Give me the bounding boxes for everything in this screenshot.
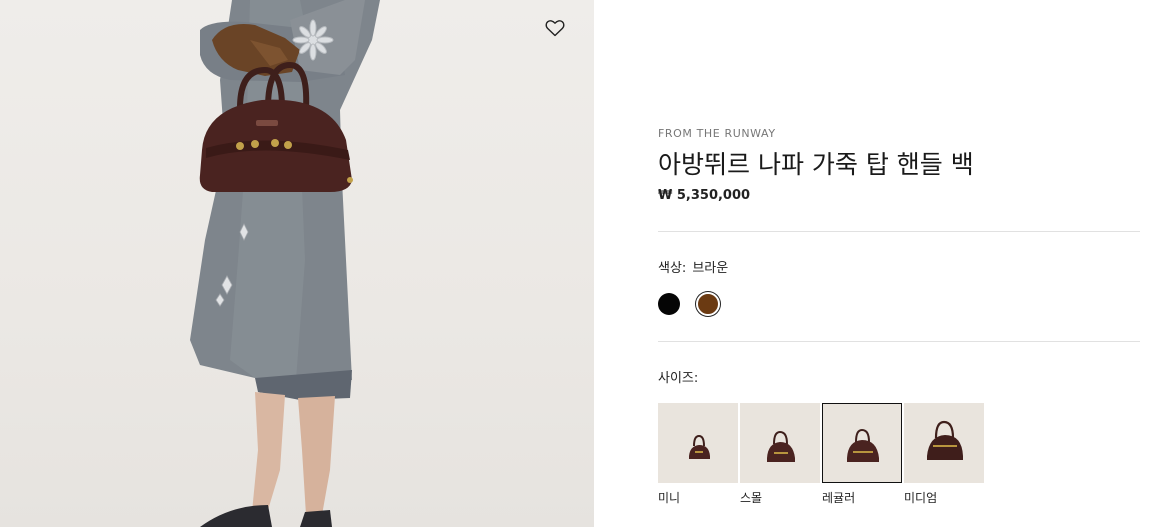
color-swatches bbox=[658, 292, 720, 316]
size-thumbnail bbox=[904, 403, 984, 483]
color-swatch-brown[interactable] bbox=[696, 292, 720, 316]
bag-thumbnail-image bbox=[927, 420, 963, 460]
size-option-label: 스몰 bbox=[740, 491, 763, 505]
size-option-small[interactable]: 스몰 bbox=[740, 403, 820, 506]
size-option-label: 미디엄 bbox=[904, 491, 938, 505]
size-option-mini[interactable]: 미니 bbox=[658, 403, 738, 506]
bag-thumbnail-image bbox=[847, 428, 879, 462]
color-label: 색상: 브라운 bbox=[658, 257, 728, 276]
size-thumbnail bbox=[822, 403, 902, 483]
divider bbox=[658, 341, 1140, 342]
size-option-regular[interactable]: 레귤러 bbox=[822, 403, 902, 506]
product-eyebrow: FROM THE RUNWAY bbox=[658, 127, 776, 140]
product-photo bbox=[0, 0, 594, 527]
color-selected-value: 브라운 bbox=[692, 261, 729, 276]
product-title: 아방뛰르 나파 가죽 탑 핸들 백 bbox=[658, 150, 974, 179]
size-label: 사이즈: bbox=[658, 371, 699, 386]
size-option-medium[interactable]: 미디엄 bbox=[904, 403, 984, 506]
product-price: ₩ 5,350,000 bbox=[658, 188, 751, 203]
color-swatch-black[interactable] bbox=[658, 293, 680, 315]
heart-outline-icon bbox=[545, 20, 565, 37]
bag-thumbnail-image bbox=[689, 434, 710, 459]
runway-model-illustration bbox=[190, 0, 380, 527]
wishlist-button[interactable] bbox=[545, 19, 571, 43]
bag-thumbnail-image bbox=[767, 430, 795, 462]
size-thumbnail bbox=[740, 403, 820, 483]
size-options: 미니 스몰 레귤러 미디엄 bbox=[658, 403, 984, 506]
color-label-text: 색상: bbox=[658, 261, 687, 276]
size-option-label: 미니 bbox=[658, 491, 681, 505]
size-thumbnail bbox=[658, 403, 738, 483]
divider bbox=[658, 231, 1140, 232]
size-option-label: 레귤러 bbox=[822, 491, 856, 505]
